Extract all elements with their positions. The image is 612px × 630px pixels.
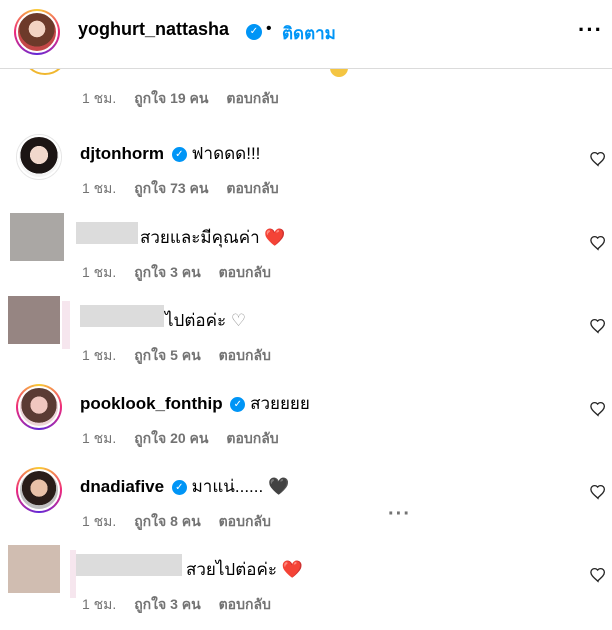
- comment-text: ฟาดดด!!!: [191, 144, 261, 163]
- post-header: yoghurt_nattasha ✓ • ติดตาม ···: [0, 0, 612, 69]
- heart-outline-icon[interactable]: [589, 566, 607, 584]
- comment-time: 1 ชม.: [82, 90, 117, 106]
- verified-icon: ✓: [171, 147, 187, 163]
- reply-button[interactable]: ตอบกลับ: [219, 264, 271, 280]
- commenter-avatar[interactable]: [10, 213, 64, 261]
- comment-meta: 1 ชม. ถูกใจ 19 คน ตอบกลับ: [82, 88, 293, 110]
- comment-body: สวยและมีคุณค่า ❤️: [140, 224, 286, 251]
- comment-meta: 1 ชม. ถูกใจ 3 คน ตอบกลับ: [82, 262, 285, 284]
- comment-item: djtonhorm ✓ ฟาดดด!!! 1 ชม. ถูกใจ 73 คน ต…: [0, 134, 612, 214]
- comment-likes[interactable]: ถูกใจ 3 คน: [134, 264, 201, 280]
- comment-item: สวยไปต่อค่ะ ❤️ 1 ชม. ถูกใจ 3 คน ตอบกลับ: [0, 545, 612, 630]
- reply-button[interactable]: ตอบกลับ: [219, 347, 271, 363]
- comment-text: สวยไปต่อค่ะ: [186, 560, 277, 579]
- story-ring-decor: [62, 301, 70, 349]
- comment-text: สวยยยย: [250, 394, 310, 413]
- comment-likes[interactable]: ถูกใจ 19 คน: [134, 90, 208, 106]
- comment-likes[interactable]: ถูกใจ 73 คน: [134, 180, 208, 196]
- comment-more-icon[interactable]: ···: [388, 503, 411, 526]
- commenter-avatar[interactable]: [8, 545, 60, 593]
- comment-time: 1 ชม.: [82, 596, 117, 612]
- comment-likes[interactable]: ถูกใจ 5 คน: [134, 347, 201, 363]
- comment-meta: 1 ชม. ถูกใจ 5 คน ตอบกลับ: [82, 345, 285, 367]
- commenter-username[interactable]: pooklook_fonthip: [80, 394, 223, 413]
- comment-text: สวยและมีคุณค่า: [140, 228, 260, 247]
- white-heart-emoji-icon: ♡: [230, 311, 247, 330]
- comment-likes[interactable]: ถูกใจ 20 คน: [134, 430, 208, 446]
- reply-button[interactable]: ตอบกลับ: [219, 513, 271, 529]
- comment-time: 1 ชม.: [82, 347, 117, 363]
- comment-meta: 1 ชม. ถูกใจ 73 คน ตอบกลับ: [82, 178, 293, 200]
- comment-body: djtonhorm ✓ ฟาดดด!!!: [80, 140, 260, 167]
- comment-time: 1 ชม.: [82, 180, 117, 196]
- commenter-username[interactable]: dnadiafive: [80, 477, 164, 496]
- commenter-username[interactable]: djtonhorm: [80, 144, 164, 163]
- comment-meta: 1 ชม. ถูกใจ 3 คน ตอบกลับ: [82, 594, 285, 616]
- comment-body: ไปต่อค่ะ ♡: [165, 307, 246, 334]
- verified-icon: ✓: [171, 480, 187, 496]
- heart-emoji-icon: ❤️: [281, 560, 303, 579]
- comment-time: 1 ชม.: [82, 264, 117, 280]
- reply-button[interactable]: ตอบกลับ: [226, 180, 278, 196]
- comment-item: สวยและมีคุณค่า ❤️ 1 ชม. ถูกใจ 3 คน ตอบกล…: [0, 213, 612, 298]
- header-separator: •: [266, 20, 272, 37]
- heart-outline-icon[interactable]: [589, 483, 607, 501]
- verified-icon: ✓: [230, 397, 246, 413]
- comment-text: มาแน่......: [191, 477, 264, 496]
- header-avatar[interactable]: [14, 9, 60, 55]
- commenter-avatar[interactable]: [16, 467, 62, 513]
- comment-time: 1 ชม.: [82, 513, 117, 529]
- heart-outline-icon[interactable]: [589, 400, 607, 418]
- black-heart-emoji-icon: 🖤: [267, 477, 290, 496]
- heart-outline-icon[interactable]: [589, 317, 607, 335]
- more-options-icon[interactable]: ···: [578, 17, 603, 43]
- comment-body: pooklook_fonthip ✓ สวยยยย: [80, 390, 310, 417]
- commenter-avatar[interactable]: [8, 296, 60, 344]
- commenter-avatar[interactable]: [16, 134, 62, 180]
- comment-body: dnadiafive ✓ มาแน่...... 🖤: [80, 473, 289, 500]
- commenter-username-blurred: [76, 222, 138, 244]
- comment-item: ไปต่อค่ะ ♡ 1 ชม. ถูกใจ 5 คน ตอบกลับ: [0, 296, 612, 381]
- comment-item: pooklook_fonthip ✓ สวยยยย 1 ชม. ถูกใจ 20…: [0, 384, 612, 464]
- comment-meta: 1 ชม. ถูกใจ 8 คน ตอบกลับ ···: [82, 503, 410, 533]
- commenter-username-blurred: [76, 554, 182, 576]
- reply-button[interactable]: ตอบกลับ: [226, 90, 278, 106]
- heart-outline-icon[interactable]: [589, 234, 607, 252]
- reply-button[interactable]: ตอบกลับ: [219, 596, 271, 612]
- comment-time: 1 ชม.: [82, 430, 117, 446]
- heart-outline-icon[interactable]: [589, 150, 607, 168]
- comment-likes[interactable]: ถูกใจ 3 คน: [134, 596, 201, 612]
- comment-meta: 1 ชม. ถูกใจ 20 คน ตอบกลับ: [82, 428, 293, 450]
- header-username[interactable]: yoghurt_nattasha: [78, 19, 229, 40]
- commenter-avatar[interactable]: [16, 384, 62, 430]
- follow-button[interactable]: ติดตาม: [282, 20, 336, 47]
- comment-item: dnadiafive ✓ มาแน่...... 🖤 1 ชม. ถูกใจ 8…: [0, 467, 612, 547]
- verified-icon: ✓: [246, 24, 262, 40]
- comment-body: สวยไปต่อค่ะ ❤️: [186, 556, 303, 583]
- comment-text: ไปต่อค่ะ: [165, 311, 227, 330]
- comment-likes[interactable]: ถูกใจ 8 คน: [134, 513, 201, 529]
- heart-emoji-icon: ❤️: [264, 228, 286, 247]
- commenter-username-blurred: [80, 305, 164, 327]
- reply-button[interactable]: ตอบกลับ: [226, 430, 278, 446]
